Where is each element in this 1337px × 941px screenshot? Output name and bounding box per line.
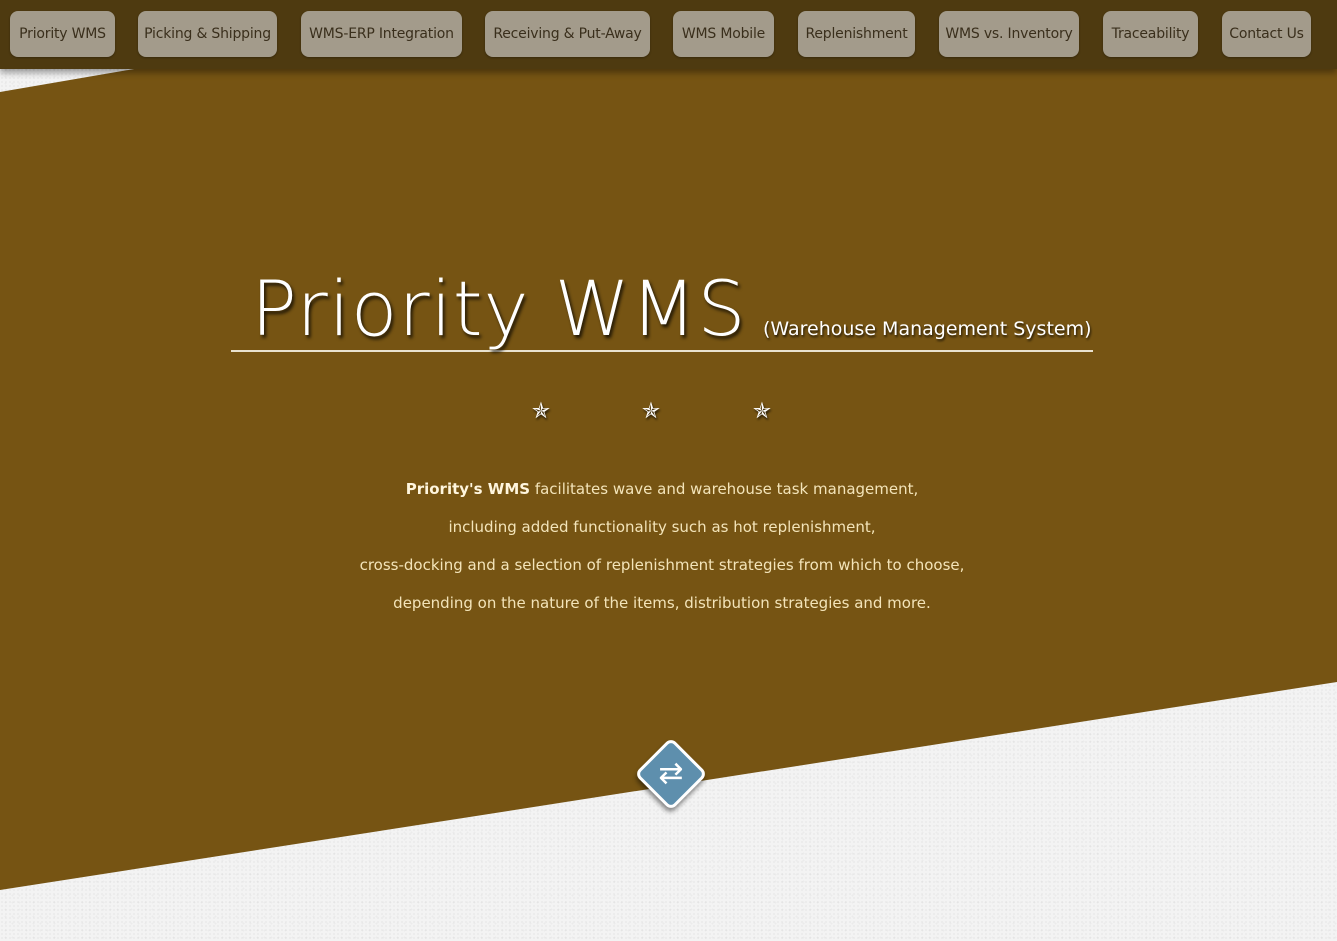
- main-nav: Priority WMS Picking & Shipping WMS-ERP …: [0, 0, 1337, 69]
- description-line-2: including added functionality such as ho…: [448, 518, 876, 536]
- page-title: Priority WMS: [251, 264, 747, 353]
- hero-heading: Priority WMS (Warehouse Management Syste…: [231, 258, 1093, 353]
- nav-receiving-put-away[interactable]: Receiving & Put-Away: [485, 11, 650, 57]
- nav-traceability[interactable]: Traceability: [1103, 11, 1198, 57]
- page-subtitle: (Warehouse Management System): [763, 318, 1092, 340]
- star-icon: ✯: [641, 399, 661, 424]
- description-lead: Priority's WMS: [405, 480, 531, 498]
- description-line-1-text: facilitates wave and warehouse task mana…: [530, 480, 919, 498]
- hero-description: Priority's WMS facilitates wave and ware…: [231, 470, 1093, 622]
- star-icon: ✯: [531, 399, 551, 424]
- nav-wms-erp-integration[interactable]: WMS-ERP Integration: [301, 11, 462, 57]
- nav-picking-shipping[interactable]: Picking & Shipping: [138, 11, 277, 57]
- description-line-3: cross-docking and a selection of repleni…: [359, 556, 965, 574]
- description-line-4: depending on the nature of the items, di…: [393, 594, 931, 612]
- star-icon: ✯: [752, 399, 772, 424]
- description-line-1: Priority's WMS facilitates wave and ware…: [231, 470, 1093, 508]
- nav-priority-wms[interactable]: Priority WMS: [10, 11, 115, 57]
- nav-replenishment[interactable]: Replenishment: [798, 11, 915, 57]
- nav-contact-us[interactable]: Contact Us: [1222, 11, 1311, 57]
- nav-wms-vs-inventory[interactable]: WMS vs. Inventory: [939, 11, 1079, 57]
- nav-wms-mobile[interactable]: WMS Mobile: [673, 11, 774, 57]
